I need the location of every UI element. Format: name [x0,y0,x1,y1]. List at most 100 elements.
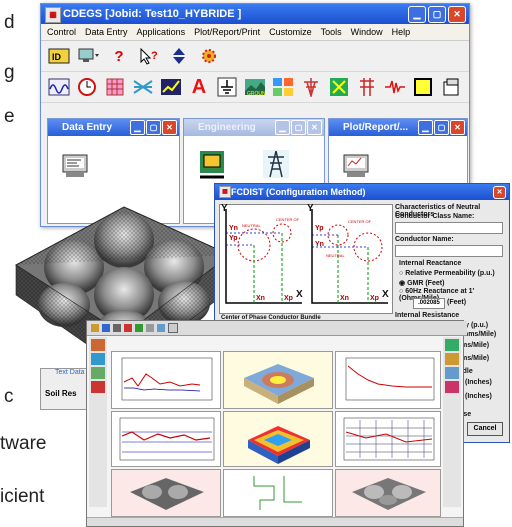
radio-gmr[interactable]: ◉ GMR (Feet) [399,279,444,287]
plot-pane-3[interactable] [335,351,441,409]
waveform-icon[interactable] [47,76,71,98]
svg-text:NEUTRAL: NEUTRAL [242,223,261,228]
tool-cut-icon[interactable] [124,324,132,332]
plot-maximize-button[interactable]: ▢ [434,120,449,135]
plot-module-icon[interactable] [343,151,371,179]
tool-save-icon[interactable] [102,324,110,332]
fcdist-close-button[interactable]: ✕ [493,186,506,199]
menu-help[interactable]: Help [392,27,411,37]
right-icon-4[interactable] [445,381,459,393]
tool-zoom-icon[interactable] [157,324,165,332]
data-entry-maximize-button[interactable]: ▢ [146,120,161,135]
right-icon-1[interactable] [445,339,459,351]
context-help-icon[interactable]: ? [137,45,161,67]
cancel-button[interactable]: Cancel [467,422,503,436]
engineering-close-button[interactable]: ✕ [307,120,322,135]
svg-text:CENTER OF: CENTER OF [276,217,300,222]
menu-applications[interactable]: Applications [137,27,186,37]
tool-open-icon[interactable] [91,324,99,332]
menu-window[interactable]: Window [351,27,383,37]
plot-pane-1[interactable] [111,351,221,409]
internal-resistance-label: Internal Resistance [395,312,460,319]
right-sidebar [443,337,461,507]
maximize-button[interactable]: ▢ [428,6,446,23]
main-title-bar[interactable]: ▦ CDEGS [Jobid: Test10_HYBRIDE ] ▁ ▢ ✕ [41,4,469,24]
id-icon[interactable]: ID [47,45,71,67]
settings-icon[interactable] [197,45,221,67]
plot-pane-5[interactable] [223,411,333,467]
engineering-minimize-button[interactable]: ▁ [275,120,290,135]
sidebar-icon-4[interactable] [91,381,105,393]
right-icon-3[interactable] [445,367,459,379]
yp-label-2: Yp [315,225,324,232]
plot-minimize-button[interactable]: ▁ [418,120,433,135]
menu-customize[interactable]: Customize [269,27,312,37]
data-entry-title-bar[interactable]: Data Entry ▁ ▢ ✕ [48,119,179,136]
right-icon-2[interactable] [445,353,459,365]
fcdist-title: FCDIST (Configuration Method) [231,187,366,197]
menu-data-entry[interactable]: Data Entry [85,27,128,37]
plot-pane-7[interactable] [111,469,221,517]
close-button[interactable]: ✕ [448,6,466,23]
monitor-icon[interactable] [77,45,101,67]
plot-close-button[interactable]: ✕ [450,120,465,135]
tower-icon[interactable] [299,76,323,98]
data-entry-title: Data Entry [62,122,113,133]
gmr-value-input[interactable]: .002085 [413,298,445,309]
line-chart-icon[interactable] [159,76,183,98]
tool-paste-icon[interactable] [146,324,154,332]
menu-plot-report-print[interactable]: Plot/Report/Print [194,27,260,37]
sidebar-icon-1[interactable] [91,339,105,351]
plot-pane-9[interactable] [335,469,441,517]
menu-bar: Control Data Entry Applications Plot/Rep… [41,24,469,41]
fcdist-title-bar[interactable]: ▦ FCDIST (Configuration Method) ✕ [215,184,509,200]
data-entry-module-icon[interactable] [62,151,90,179]
minimize-button[interactable]: ▁ [408,6,426,23]
plot-pane-8[interactable] [223,469,333,517]
plot-pane-2[interactable] [223,351,333,409]
engineering-title-bar[interactable]: Engineering ▁ ▢ ✕ [184,119,324,136]
pulse-icon[interactable] [383,76,407,98]
tool-copy-icon[interactable] [135,324,143,332]
menu-control[interactable]: Control [47,27,76,37]
letter-a-icon[interactable]: A [187,76,211,98]
tool-print-icon[interactable] [113,324,121,332]
engineering-maximize-button[interactable]: ▢ [291,120,306,135]
radio-permeability[interactable]: ○ Relative Permeability (p.u.) [399,270,495,277]
help-icon[interactable]: ? [107,45,131,67]
substation-module-icon[interactable] [198,149,226,179]
tool-grid-icon[interactable] [168,323,178,333]
network-icon[interactable] [271,76,295,98]
left-sidebar [89,337,107,507]
yn-label-1: Yn [229,225,238,232]
bg-text-6: icient [0,486,45,507]
grid-icon[interactable] [103,76,127,98]
menu-tools[interactable]: Tools [321,27,342,37]
data-entry-minimize-button[interactable]: ▁ [130,120,145,135]
gmr-value-unit: (Feet) [447,299,467,306]
transformer-icon[interactable] [327,76,351,98]
clock-icon[interactable] [75,76,99,98]
pylon-icon[interactable] [355,76,379,98]
svg-text:?: ? [151,50,158,62]
conductor-name-label: Conductor Name: [395,236,454,243]
sidebar-icon-2[interactable] [91,353,105,365]
ground-icon[interactable] [215,76,239,98]
crossing-lines-icon[interactable] [131,76,155,98]
x-axis-label-1: X [296,289,303,300]
plot-pane-4[interactable] [111,411,221,467]
plot-pane-6[interactable] [335,411,441,467]
engineering-title: Engineering [198,122,256,133]
plot-title-bar[interactable]: Plot/Report/... ▁ ▢ ✕ [329,119,467,136]
data-entry-close-button[interactable]: ✕ [162,120,177,135]
document-icon[interactable] [439,76,463,98]
text-data-label: Text Data [55,369,85,376]
class-name-input[interactable] [395,222,503,234]
sort-icon[interactable] [167,45,191,67]
conductor-name-input[interactable] [395,245,503,257]
landscape-icon[interactable]: GROUND [243,76,267,98]
sidebar-icon-3[interactable] [91,367,105,379]
yellow-square-icon[interactable] [411,76,435,98]
transmission-tower-icon[interactable] [262,149,290,178]
soil-res-label[interactable]: Soil Res [45,389,77,398]
